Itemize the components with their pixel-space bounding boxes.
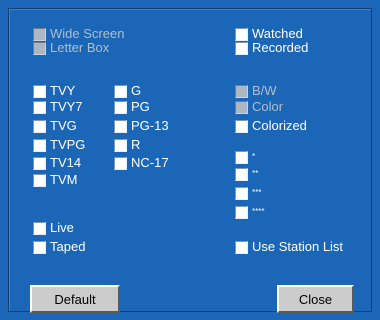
option-tvpg[interactable]: TVPG bbox=[33, 137, 85, 153]
option-tv14[interactable]: TV14 bbox=[33, 155, 81, 171]
option-letter-box[interactable]: Letter Box bbox=[33, 40, 109, 56]
close-button[interactable]: Close bbox=[277, 285, 354, 313]
checkbox-tvy7[interactable] bbox=[33, 100, 46, 114]
option-live-label: Live bbox=[50, 220, 74, 235]
option-r-label: R bbox=[131, 137, 141, 152]
filter-panel: Wide Screen Letter Box Watched Recorded … bbox=[0, 0, 380, 320]
checkbox-wide-screen[interactable] bbox=[33, 27, 46, 41]
option-colorized[interactable]: Colorized bbox=[235, 118, 307, 134]
option-tvg[interactable]: TVG bbox=[33, 118, 77, 134]
option-tv14-label: TV14 bbox=[50, 155, 82, 170]
option-use-station-list[interactable]: Use Station List bbox=[235, 239, 343, 255]
checkbox-one-star[interactable] bbox=[235, 150, 248, 164]
option-use-station-list-label: Use Station List bbox=[252, 239, 344, 254]
option-color[interactable]: Color bbox=[235, 99, 283, 115]
default-button[interactable]: Default bbox=[30, 285, 120, 313]
option-tvy-label: TVY bbox=[50, 83, 76, 98]
checkbox-tvy[interactable] bbox=[33, 84, 46, 98]
checkbox-three-stars[interactable] bbox=[235, 186, 248, 200]
option-bw[interactable]: B/W bbox=[235, 83, 277, 99]
option-live[interactable]: Live bbox=[33, 220, 74, 236]
option-two-stars-label: ** bbox=[252, 169, 259, 178]
option-one-star[interactable]: * bbox=[235, 149, 255, 165]
option-tvm[interactable]: TVM bbox=[33, 172, 77, 188]
checkbox-color[interactable] bbox=[235, 100, 248, 114]
option-tvy[interactable]: TVY bbox=[33, 83, 75, 99]
checkbox-tvg[interactable] bbox=[33, 119, 46, 133]
option-color-label: Color bbox=[252, 99, 284, 114]
option-tvy7-label: TVY7 bbox=[50, 99, 83, 114]
option-two-stars[interactable]: ** bbox=[235, 166, 258, 182]
checkbox-tv14[interactable] bbox=[33, 156, 46, 170]
checkbox-live[interactable] bbox=[33, 221, 46, 235]
option-colorized-label: Colorized bbox=[252, 118, 307, 133]
option-taped-label: Taped bbox=[50, 239, 86, 254]
option-taped[interactable]: Taped bbox=[33, 239, 85, 255]
option-pg-13[interactable]: PG-13 bbox=[114, 118, 169, 134]
checkbox-watched[interactable] bbox=[235, 27, 248, 41]
option-recorded-label: Recorded bbox=[252, 40, 309, 55]
option-tvpg-label: TVPG bbox=[50, 137, 86, 152]
checkbox-pg[interactable] bbox=[114, 100, 127, 114]
option-tvy7[interactable]: TVY7 bbox=[33, 99, 83, 115]
checkbox-colorized[interactable] bbox=[235, 119, 248, 133]
option-recorded[interactable]: Recorded bbox=[235, 40, 308, 56]
option-bw-label: B/W bbox=[252, 83, 277, 98]
option-tvm-label: TVM bbox=[50, 172, 78, 187]
option-g-label: G bbox=[131, 83, 142, 98]
option-three-stars[interactable]: *** bbox=[235, 185, 261, 201]
checkbox-r[interactable] bbox=[114, 138, 127, 152]
checkbox-nc-17[interactable] bbox=[114, 156, 127, 170]
option-three-stars-label: *** bbox=[252, 188, 262, 197]
option-pg[interactable]: PG bbox=[114, 99, 150, 115]
option-one-star-label: * bbox=[252, 152, 256, 161]
checkbox-recorded[interactable] bbox=[235, 41, 248, 55]
checkbox-letter-box[interactable] bbox=[33, 41, 46, 55]
checkbox-use-station-list[interactable] bbox=[235, 240, 248, 254]
checkbox-four-stars[interactable] bbox=[235, 205, 248, 219]
option-pg-13-label: PG-13 bbox=[131, 118, 169, 133]
checkbox-pg-13[interactable] bbox=[114, 119, 127, 133]
option-pg-label: PG bbox=[131, 99, 150, 114]
checkbox-two-stars[interactable] bbox=[235, 167, 248, 181]
checkbox-bw[interactable] bbox=[235, 84, 248, 98]
checkbox-tvpg[interactable] bbox=[33, 138, 46, 152]
option-nc-17-label: NC-17 bbox=[131, 155, 169, 170]
option-letter-box-label: Letter Box bbox=[50, 40, 110, 55]
checkbox-g[interactable] bbox=[114, 84, 127, 98]
checkbox-taped[interactable] bbox=[33, 240, 46, 254]
option-nc-17[interactable]: NC-17 bbox=[114, 155, 169, 171]
option-tvg-label: TVG bbox=[50, 118, 77, 133]
option-r[interactable]: R bbox=[114, 137, 140, 153]
checkbox-tvm[interactable] bbox=[33, 173, 46, 187]
option-four-stars[interactable]: **** bbox=[235, 204, 264, 220]
option-four-stars-label: **** bbox=[252, 207, 265, 216]
option-g[interactable]: G bbox=[114, 83, 141, 99]
